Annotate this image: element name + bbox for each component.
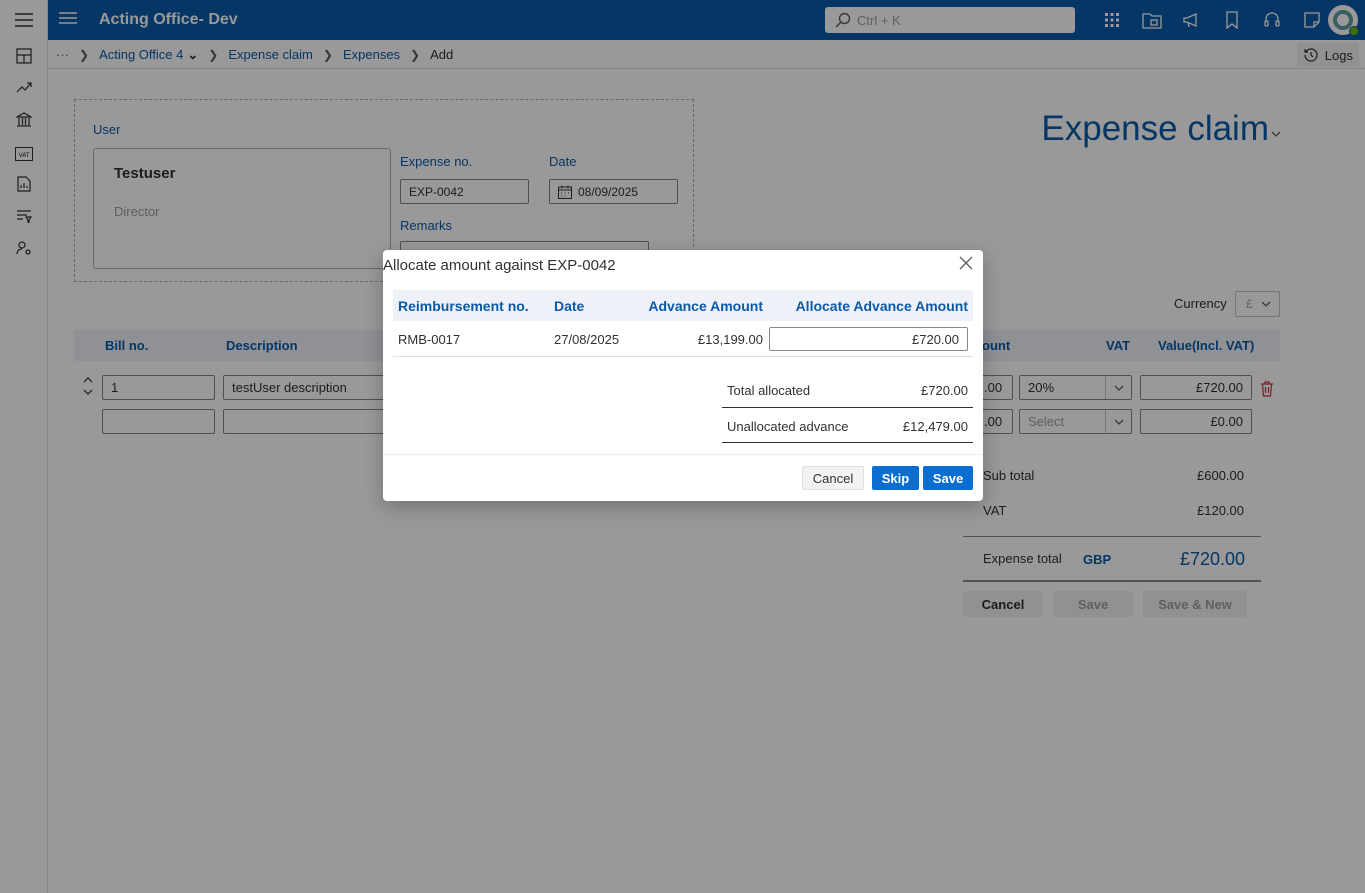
reimbursement-date: 27/08/2025 bbox=[554, 332, 620, 347]
col-allocate-amount: Allocate Advance Amount bbox=[795, 298, 968, 314]
close-button[interactable] bbox=[959, 256, 975, 272]
unallocated-label: Unallocated advance bbox=[727, 419, 849, 434]
divider bbox=[722, 407, 973, 408]
col-advance-amount: Advance Amount bbox=[648, 298, 763, 314]
divider bbox=[722, 442, 973, 443]
col-reimbursement-no: Reimbursement no. bbox=[398, 298, 529, 314]
table-row: RMB-0017 27/08/2025 £13,199.00 £720.00 bbox=[393, 321, 973, 357]
dialog-cancel-button[interactable]: Cancel bbox=[802, 466, 864, 490]
advance-amount: £13,199.00 bbox=[697, 332, 763, 347]
allocate-amount-input[interactable]: £720.00 bbox=[769, 327, 968, 351]
reimbursement-no: RMB-0017 bbox=[398, 332, 461, 347]
close-icon bbox=[959, 256, 973, 270]
allocate-dialog: Allocate amount against EXP-0042 Reimbur… bbox=[383, 250, 983, 501]
total-allocated-label: Total allocated bbox=[727, 383, 811, 398]
unallocated-value: £12,479.00 bbox=[902, 419, 968, 434]
dialog-skip-button[interactable]: Skip bbox=[872, 466, 919, 490]
dialog-title: Allocate amount against EXP-0042 bbox=[383, 257, 616, 274]
col-date: Date bbox=[554, 298, 585, 314]
dialog-save-button[interactable]: Save bbox=[923, 466, 973, 490]
dialog-footer-divider bbox=[383, 454, 983, 455]
allocate-table-header: Reimbursement no. Date Advance Amount Al… bbox=[393, 290, 973, 321]
total-allocated-value: £720.00 bbox=[921, 383, 968, 398]
